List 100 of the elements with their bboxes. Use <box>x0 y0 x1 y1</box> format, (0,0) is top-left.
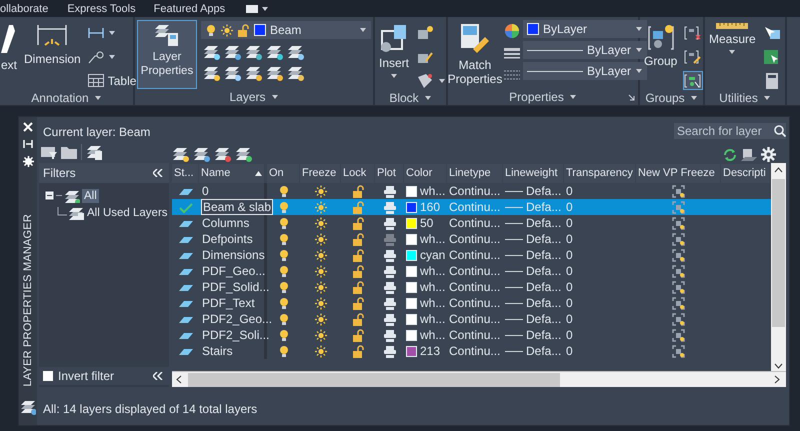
new-filter-icon[interactable] <box>41 145 57 159</box>
column-header[interactable]: New VP Freeze <box>636 164 720 182</box>
dimension-button[interactable]: Dimension <box>22 20 83 90</box>
new-vp-layer-icon[interactable] <box>193 146 211 162</box>
table-row[interactable]: Defpoints wh... Continu... Defa... 0 <box>172 231 771 247</box>
viewport-freeze-icon[interactable] <box>672 232 685 246</box>
printer-icon[interactable] <box>382 344 396 358</box>
refresh-icon[interactable] <box>723 148 737 162</box>
printer-icon[interactable] <box>382 248 396 262</box>
printer-icon[interactable] <box>382 296 396 310</box>
table-row[interactable]: Beam & slab 160 Continu... Defa... 0 <box>172 199 771 215</box>
padlock-icon[interactable] <box>352 216 364 230</box>
viewport-freeze-icon[interactable] <box>672 216 685 230</box>
layer-stack-icon[interactable] <box>287 65 305 81</box>
layer-sun-icon[interactable] <box>245 65 263 81</box>
table-row[interactable]: Stairs 213 Continu... Defa... 0 <box>172 343 771 359</box>
sun-icon[interactable] <box>314 184 326 198</box>
viewport-freeze-icon[interactable] <box>672 184 685 198</box>
lineweight-icon[interactable] <box>504 47 520 61</box>
layer-properties-icon[interactable] <box>20 399 36 415</box>
column-header[interactable]: Plot <box>375 164 403 182</box>
viewport-freeze-icon[interactable] <box>672 264 685 278</box>
sun-icon[interactable] <box>314 280 326 294</box>
column-header[interactable]: Lineweight <box>503 164 563 182</box>
bulb-icon[interactable] <box>278 248 290 262</box>
color-wheel-icon[interactable] <box>504 23 520 39</box>
panel-title[interactable]: Properties <box>509 90 564 104</box>
printer-icon[interactable] <box>382 328 396 342</box>
vertical-scrollbar[interactable] <box>771 163 786 371</box>
color-swatch[interactable] <box>406 250 417 260</box>
layer-dialog-icon[interactable] <box>741 148 757 162</box>
folder-icon[interactable] <box>61 145 77 159</box>
attribute-button[interactable] <box>415 71 448 90</box>
padlock-icon[interactable] <box>352 264 364 278</box>
viewport-freeze-icon[interactable] <box>672 296 685 310</box>
layer-dropdown[interactable]: Beam <box>201 21 371 39</box>
color-swatch[interactable] <box>406 346 417 356</box>
launcher-icon[interactable] <box>628 94 635 101</box>
scroll-left-icon[interactable] <box>176 375 182 384</box>
panel-title[interactable]: Block <box>389 90 419 104</box>
viewport-freeze-icon[interactable] <box>672 328 685 342</box>
printer-icon[interactable] <box>382 312 396 326</box>
bulb-icon[interactable] <box>278 328 290 342</box>
layer-lock-icon[interactable] <box>266 44 284 60</box>
bulb-icon[interactable] <box>278 344 290 358</box>
sun-icon[interactable] <box>314 312 326 326</box>
layer-snowflake-icon[interactable] <box>245 44 263 60</box>
table-row[interactable]: PDF2_Geo... wh... Continu... Defa... 0 <box>172 311 771 327</box>
tree-item[interactable]: All Used Layers <box>85 206 170 220</box>
printer-icon[interactable] <box>382 184 396 198</box>
bulb-icon[interactable] <box>278 232 290 246</box>
bulb-icon[interactable] <box>278 264 290 278</box>
bulb-icon[interactable] <box>278 184 290 198</box>
column-header[interactable]: St... <box>172 164 198 182</box>
menu-tab[interactable]: ollaborate <box>0 2 48 14</box>
layer-lock-icon[interactable] <box>266 65 284 81</box>
column-header[interactable]: Descripti <box>721 164 770 182</box>
table-row[interactable]: PDF2_Soli... wh... Continu... Defa... 0 <box>172 327 771 343</box>
panel-title[interactable]: Layers <box>229 90 266 104</box>
printer-icon[interactable] <box>382 280 396 294</box>
column-header[interactable]: Freeze <box>300 164 340 182</box>
sun-icon[interactable] <box>314 344 326 358</box>
layer-stack-icon[interactable] <box>287 44 305 60</box>
sun-icon[interactable] <box>314 216 326 230</box>
printer-icon[interactable] <box>382 264 396 278</box>
bulb-icon[interactable] <box>278 216 290 230</box>
viewport-freeze-icon[interactable] <box>672 280 685 294</box>
expander-icon[interactable] <box>45 191 54 200</box>
bulb-icon[interactable] <box>278 312 290 326</box>
table-button[interactable]: Table <box>86 71 138 90</box>
table-row[interactable]: Columns 50 Continu... Defa... 0 <box>172 215 771 231</box>
column-header[interactable]: Color <box>404 164 446 182</box>
collapse-icon[interactable] <box>153 372 163 380</box>
pin-icon[interactable] <box>23 139 33 149</box>
color-swatch[interactable] <box>406 186 417 196</box>
viewport-freeze-icon[interactable] <box>672 344 685 358</box>
insert-button[interactable]: Insert <box>377 20 412 90</box>
layer-stack-icon[interactable] <box>224 65 242 81</box>
column-header[interactable]: On <box>267 164 299 182</box>
sun-icon[interactable] <box>314 328 326 342</box>
viewport-freeze-icon[interactable] <box>672 312 685 326</box>
sun-icon[interactable] <box>314 296 326 310</box>
layer-properties-button[interactable]: Layer Properties <box>137 20 197 89</box>
sun-icon[interactable] <box>314 264 326 278</box>
padlock-icon[interactable] <box>352 232 364 246</box>
match-properties-button[interactable]: Match Properties <box>450 20 500 89</box>
layer-bulb-icon[interactable] <box>203 65 221 81</box>
padlock-icon[interactable] <box>352 328 364 342</box>
color-swatch[interactable] <box>406 330 417 340</box>
select-group-button[interactable] <box>683 71 704 90</box>
printer-icon[interactable] <box>382 216 396 230</box>
padlock-icon[interactable] <box>352 280 364 294</box>
horizontal-scrollbar[interactable] <box>172 371 786 387</box>
color-swatch[interactable] <box>406 234 417 244</box>
panel-title[interactable]: Groups <box>645 90 685 104</box>
layer-stack-icon[interactable] <box>224 44 242 60</box>
column-header[interactable]: Linetype <box>447 164 502 182</box>
padlock-icon[interactable] <box>352 248 364 262</box>
column-header[interactable]: Transparency <box>564 164 635 182</box>
set-current-icon[interactable] <box>235 146 253 162</box>
